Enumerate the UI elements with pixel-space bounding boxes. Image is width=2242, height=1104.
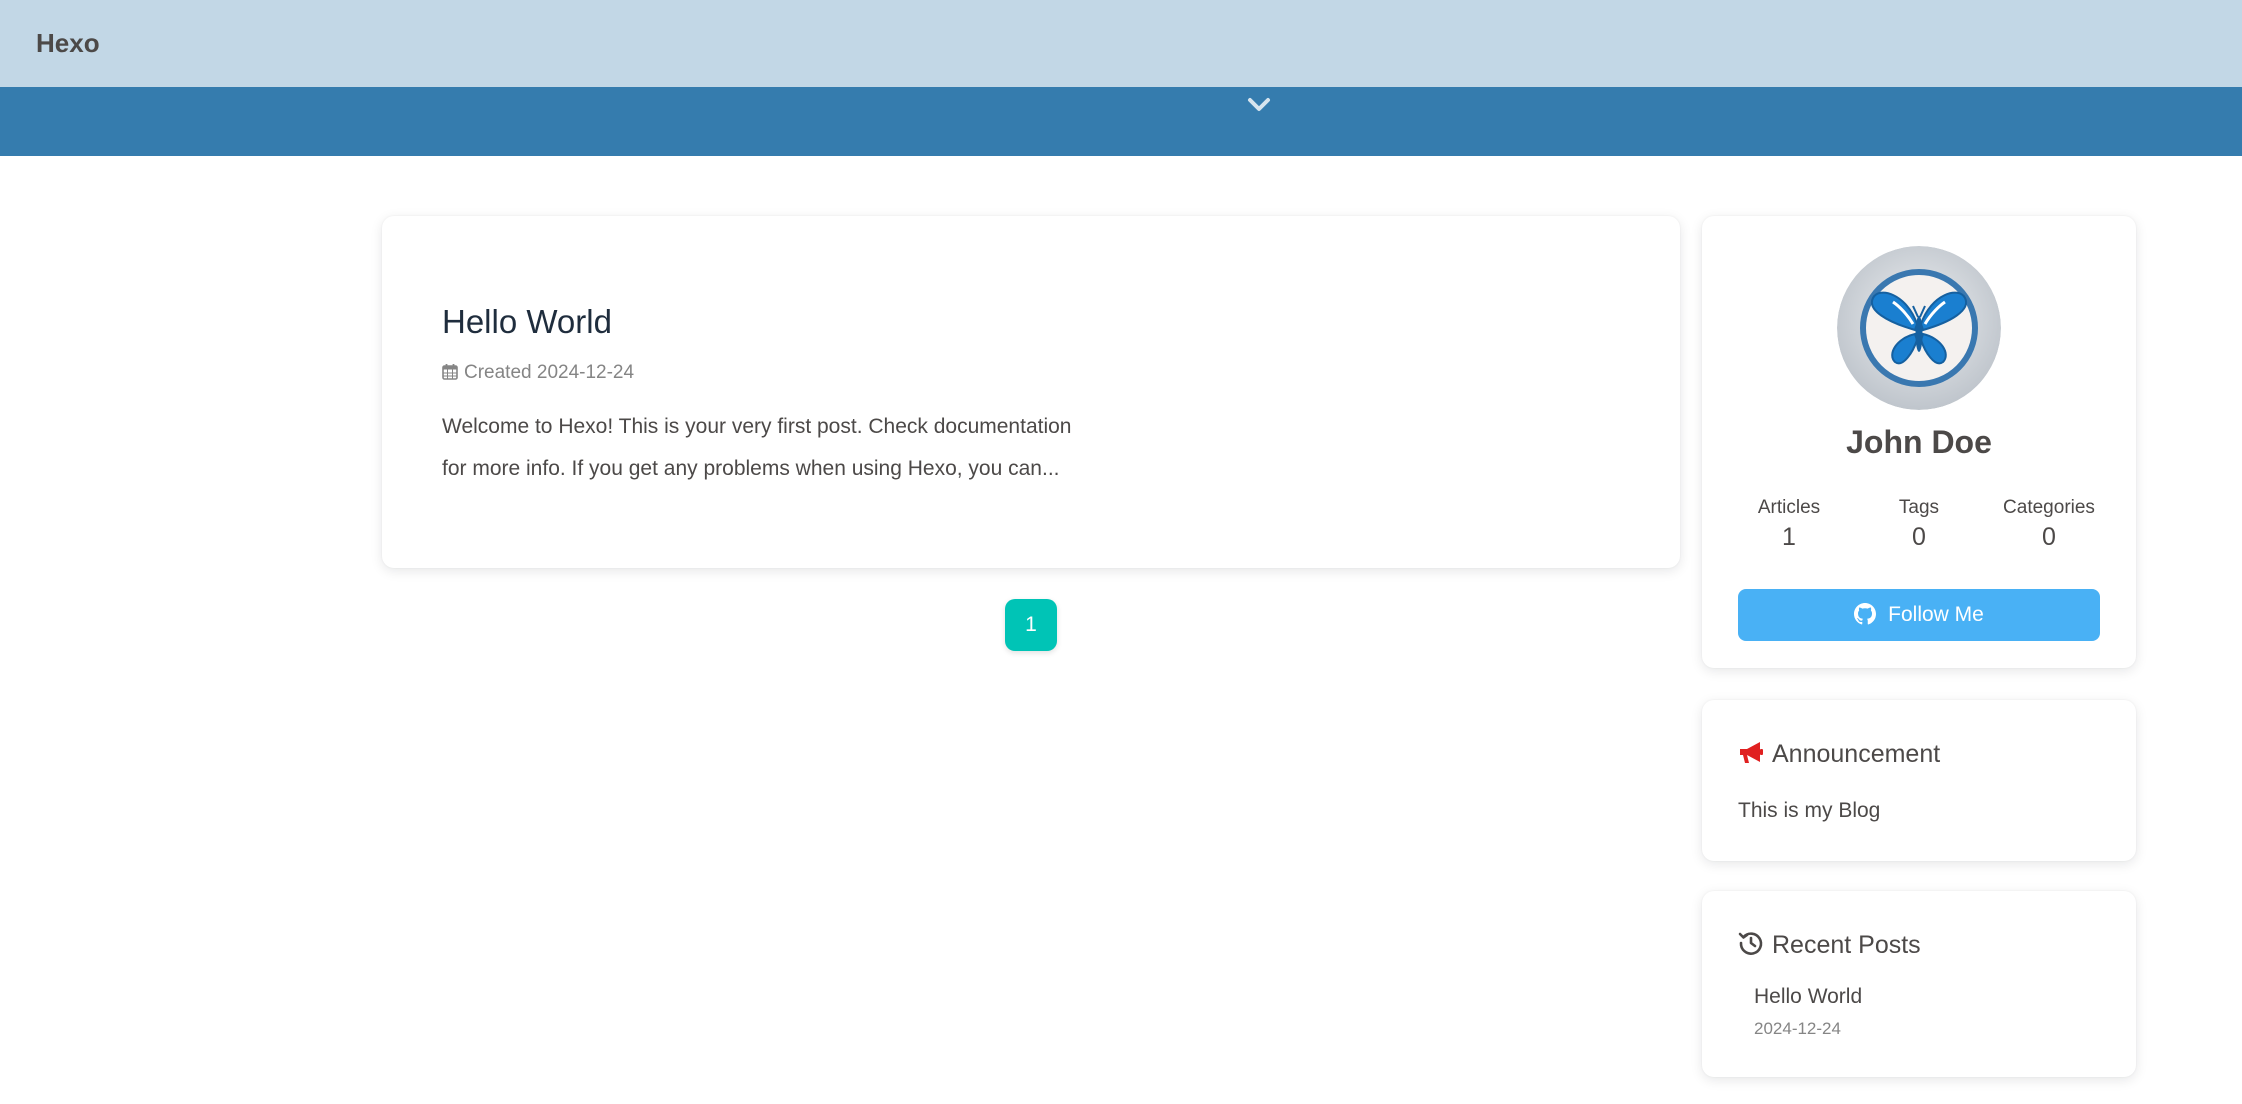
page-banner bbox=[0, 87, 2242, 156]
stat-tags[interactable]: Tags 0 bbox=[1854, 496, 1984, 554]
calendar-icon bbox=[442, 364, 458, 380]
post-excerpt: Welcome to Hexo! This is your very first… bbox=[442, 415, 1072, 480]
stat-count: 0 bbox=[2042, 523, 2056, 551]
page-1-button[interactable]: 1 bbox=[1005, 599, 1057, 651]
follow-me-label: Follow Me bbox=[1888, 603, 1984, 626]
github-icon bbox=[1854, 603, 1877, 625]
bullhorn-icon bbox=[1740, 742, 1763, 763]
recent-posts-card: Recent Posts Hello World 2024-12-24 bbox=[1702, 891, 2136, 1077]
post-meta: Created 2024-12-24 bbox=[442, 361, 634, 385]
stat-categories[interactable]: Categories 0 bbox=[1984, 496, 2114, 554]
post-card: Hello World Created 2024-12-24 Welcome t… bbox=[382, 216, 1680, 568]
author-name: John Doe bbox=[1846, 424, 1992, 460]
recent-post-date: 2024-12-24 bbox=[1754, 1019, 1841, 1038]
chevron-down-icon[interactable] bbox=[1246, 95, 1272, 115]
post-date: Created 2024-12-24 bbox=[464, 362, 635, 383]
author-stats: Articles 1 Tags 0 Categories 0 bbox=[1724, 496, 2114, 554]
follow-me-button[interactable]: Follow Me bbox=[1738, 589, 2100, 641]
recent-post-title[interactable]: Hello World bbox=[1754, 983, 1862, 1011]
stat-label: Tags bbox=[1898, 497, 1940, 518]
author-card: John Doe Articles 1 Tags 0 Categories 0 … bbox=[1702, 216, 2136, 668]
announcement-text: This is my Blog bbox=[1738, 799, 1881, 822]
avatar bbox=[1837, 246, 2001, 410]
stat-label: Categories bbox=[2003, 497, 2095, 518]
stat-articles[interactable]: Articles 1 bbox=[1724, 496, 1854, 554]
stat-count: 0 bbox=[1912, 523, 1926, 551]
stat-count: 1 bbox=[1782, 523, 1796, 551]
post-title[interactable]: Hello World bbox=[442, 302, 612, 342]
announcement-title: Announcement bbox=[1772, 740, 1941, 768]
stat-label: Articles bbox=[1757, 497, 1821, 518]
site-brand[interactable]: Hexo bbox=[36, 26, 100, 60]
recent-posts-heading: Recent Posts bbox=[1738, 929, 1921, 961]
announcement-card: Announcement This is my Blog bbox=[1702, 700, 2136, 861]
announcement-heading: Announcement bbox=[1738, 738, 1940, 770]
top-navbar: Hexo bbox=[0, 0, 2242, 87]
recent-posts-title: Recent Posts bbox=[1772, 931, 1921, 959]
history-icon bbox=[1738, 932, 1763, 955]
